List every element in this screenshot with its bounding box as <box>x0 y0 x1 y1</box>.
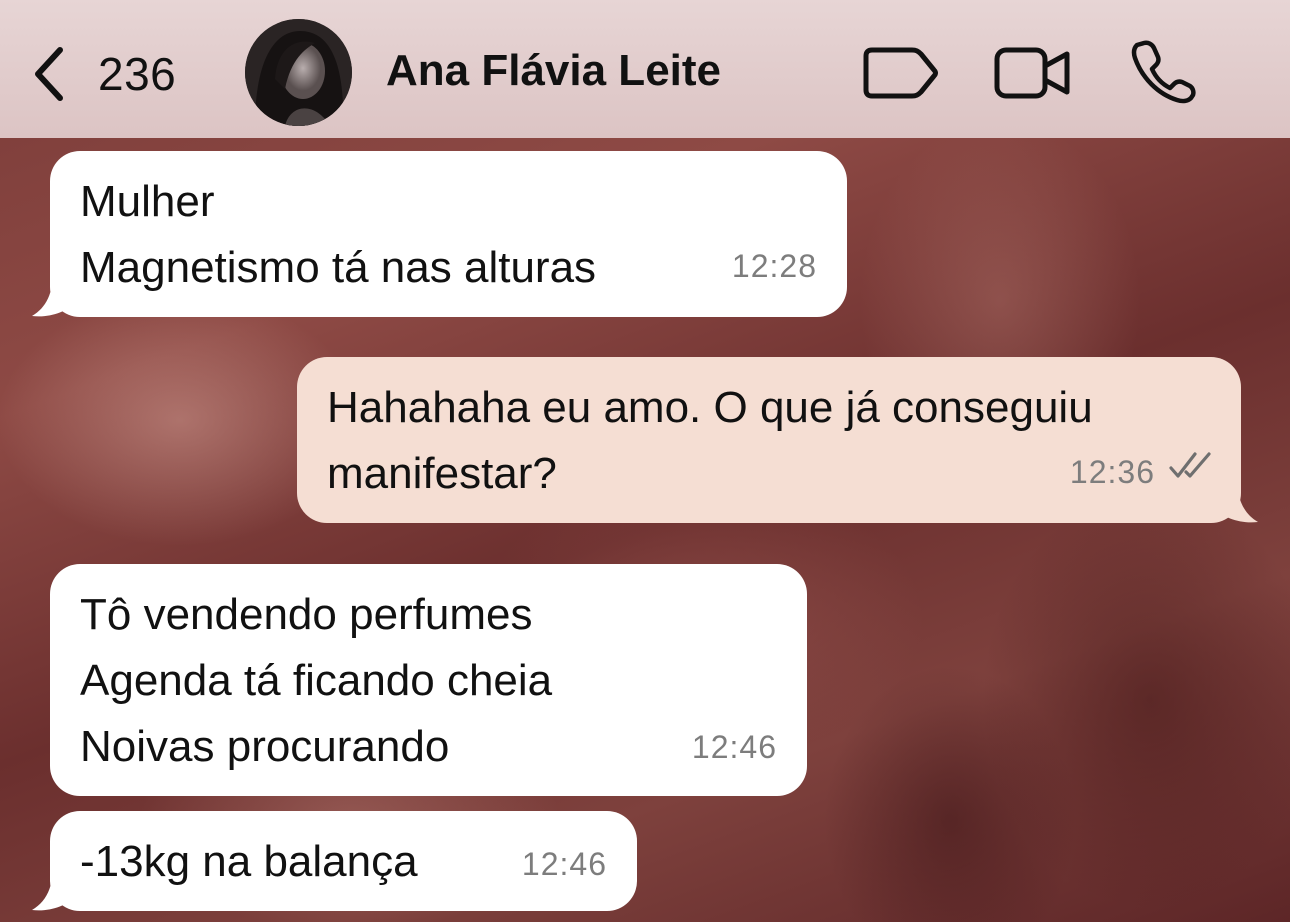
message-bubble-incoming[interactable]: Mulher Magnetismo tá nas alturas 12:28 <box>50 151 847 317</box>
back-button[interactable]: 236 <box>30 36 176 112</box>
tag-icon[interactable] <box>860 44 940 107</box>
double-check-icon <box>1167 433 1213 499</box>
avatar[interactable] <box>245 19 352 126</box>
message-text: Agenda tá ficando cheia <box>80 656 553 705</box>
message-time: 12:36 <box>1069 454 1155 490</box>
message-time: 12:28 <box>731 248 817 284</box>
message-bubble-outgoing[interactable]: Hahahaha eu amo. O que já conseguiu mani… <box>297 357 1241 523</box>
message-text: Hahahaha eu amo. O que já conseguiu <box>327 383 1093 432</box>
chat-header: 236 Ana Flávia Leite <box>0 0 1290 138</box>
contact-name[interactable]: Ana Flávia Leite <box>386 46 721 96</box>
unread-count: 236 <box>98 48 177 100</box>
phone-icon[interactable] <box>1130 38 1196 109</box>
message-bubble-incoming[interactable]: Tô vendendo perfumes Agenda tá ficando c… <box>50 564 807 796</box>
video-camera-icon[interactable] <box>993 44 1073 107</box>
message-text: Tô vendendo perfumes <box>80 590 533 639</box>
message-time: 12:46 <box>521 846 607 882</box>
message-text: Mulher <box>80 177 215 226</box>
chevron-left-icon <box>30 44 66 104</box>
message-time: 12:46 <box>691 729 777 765</box>
message-bubble-incoming[interactable]: -13kg na balança 12:46 <box>50 811 637 911</box>
